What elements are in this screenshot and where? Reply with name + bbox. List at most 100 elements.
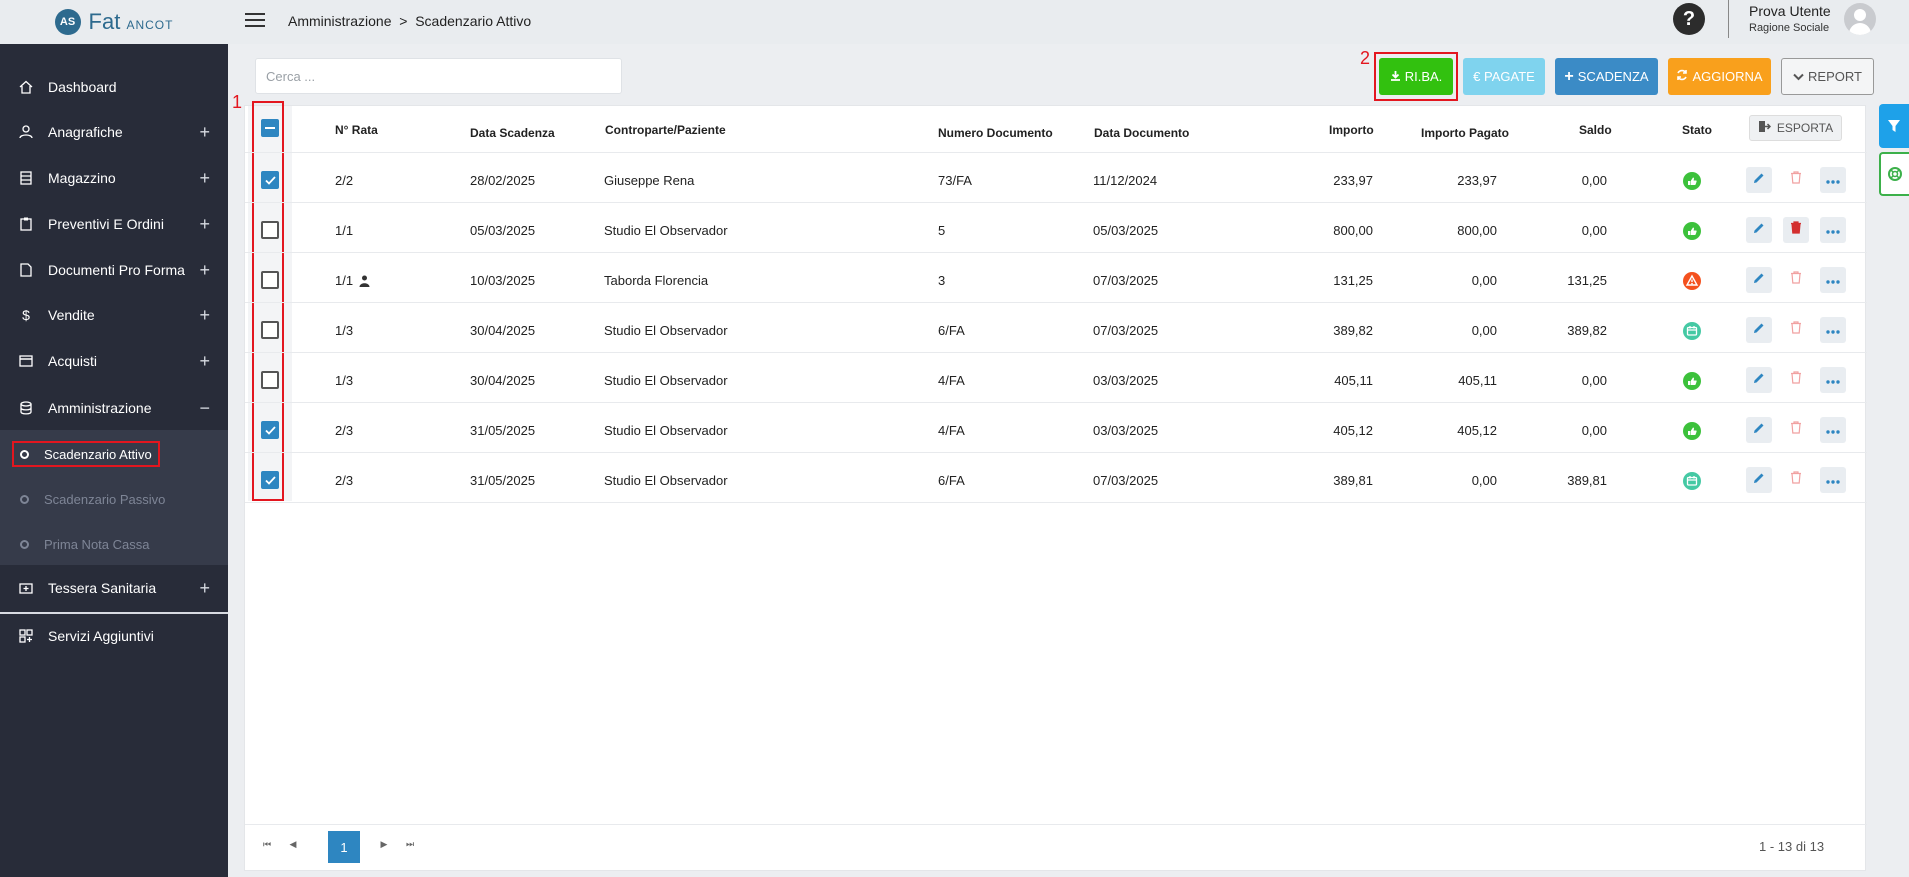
report-button[interactable]: REPORT bbox=[1781, 58, 1874, 95]
lifebuoy-icon[interactable] bbox=[1879, 152, 1909, 196]
pagate-button[interactable]: € PAGATE bbox=[1463, 58, 1545, 95]
cell-rata: 1/1 bbox=[335, 273, 354, 288]
collapse-minus-icon[interactable]: − bbox=[199, 398, 210, 419]
delete-button[interactable] bbox=[1783, 417, 1809, 443]
row-checkbox[interactable] bbox=[261, 171, 279, 189]
search-input[interactable] bbox=[255, 58, 622, 94]
delete-button[interactable] bbox=[1783, 167, 1809, 193]
page-number-current[interactable]: 1 bbox=[328, 831, 360, 863]
expand-plus-icon[interactable]: + bbox=[199, 578, 210, 599]
pencil-icon bbox=[1753, 421, 1765, 439]
next-page-icon[interactable]: ▶ bbox=[371, 829, 397, 859]
sidebar-item-preventivi[interactable]: Preventivi E Ordini + bbox=[0, 206, 228, 242]
table-row[interactable]: 1/1 05/03/2025 Studio El Observador 5 05/03/… bbox=[245, 203, 1867, 253]
more-options-button[interactable] bbox=[1820, 417, 1846, 443]
select-all-checkbox[interactable] bbox=[261, 119, 279, 137]
row-checkbox[interactable] bbox=[261, 471, 279, 489]
more-options-button[interactable] bbox=[1820, 167, 1846, 193]
table-row[interactable]: 1/3 30/04/2025 Studio El Observador 6/FA 07/… bbox=[245, 303, 1867, 353]
row-checkbox[interactable] bbox=[261, 321, 279, 339]
cell-data-documento: 05/03/2025 bbox=[1093, 223, 1159, 238]
row-checkbox[interactable] bbox=[261, 221, 279, 239]
first-page-icon[interactable]: ⏮ bbox=[254, 829, 280, 859]
header-numero-documento[interactable]: Numero Documento bbox=[938, 126, 1053, 140]
header-data-documento[interactable]: Data Documento bbox=[1094, 126, 1189, 140]
pencil-icon bbox=[1753, 321, 1765, 339]
cell-importo-pagato: 233,97 bbox=[1457, 173, 1497, 188]
sidebar-item-amministrazione[interactable]: Amministrazione − bbox=[0, 390, 228, 426]
delete-button[interactable] bbox=[1783, 217, 1809, 243]
edit-button[interactable] bbox=[1746, 167, 1772, 193]
table-row[interactable]: 1/1 10/03/2025 Taborda Florencia 3 07/03/202… bbox=[245, 253, 1867, 303]
sidebar-item-proforma[interactable]: Documenti Pro Forma + bbox=[0, 252, 228, 288]
delete-button[interactable] bbox=[1783, 467, 1809, 493]
more-options-button[interactable] bbox=[1820, 467, 1846, 493]
logo-text: Fat bbox=[88, 9, 121, 34]
cell-importo: 405,11 bbox=[1334, 373, 1373, 388]
expand-plus-icon[interactable]: + bbox=[199, 260, 210, 281]
edit-button[interactable] bbox=[1746, 467, 1772, 493]
sidebar-item-tessera-sanitaria[interactable]: Tessera Sanitaria + bbox=[0, 570, 228, 606]
header-data-scadenza[interactable]: Data Scadenza bbox=[470, 126, 555, 140]
edit-button[interactable] bbox=[1746, 367, 1772, 393]
edit-button[interactable] bbox=[1746, 267, 1772, 293]
annotation-number: 2 bbox=[1360, 48, 1371, 68]
esporta-button[interactable]: ESPORTA bbox=[1749, 115, 1842, 141]
expand-plus-icon[interactable]: + bbox=[199, 168, 210, 189]
more-options-button[interactable] bbox=[1820, 267, 1846, 293]
help-icon[interactable]: ? bbox=[1673, 3, 1705, 35]
header-importo[interactable]: Importo bbox=[1329, 123, 1374, 137]
header-rata[interactable]: N° Rata bbox=[335, 123, 378, 137]
more-options-button[interactable] bbox=[1820, 367, 1846, 393]
table-row[interactable]: 2/3 31/05/2025 Studio El Observador 4/FA 03/… bbox=[245, 403, 1867, 453]
last-page-icon[interactable]: ⏭ bbox=[397, 829, 423, 859]
delete-button[interactable] bbox=[1783, 317, 1809, 343]
edit-button[interactable] bbox=[1746, 217, 1772, 243]
sidebar-item-scadenzario-passivo[interactable]: Scadenzario Passivo bbox=[0, 484, 228, 514]
sidebar-item-anagrafiche[interactable]: Anagrafiche + bbox=[0, 114, 228, 150]
table-row[interactable]: 2/3 31/05/2025 Studio El Observador 6/FA 07/… bbox=[245, 453, 1867, 503]
add-scadenza-button[interactable]: + SCADENZA bbox=[1555, 58, 1658, 95]
row-checkbox[interactable] bbox=[261, 371, 279, 389]
avatar[interactable] bbox=[1844, 3, 1876, 35]
expand-plus-icon[interactable]: + bbox=[199, 351, 210, 372]
edit-button[interactable] bbox=[1746, 317, 1772, 343]
sidebar-item-prima-nota-cassa[interactable]: Prima Nota Cassa bbox=[0, 529, 228, 559]
edit-button[interactable] bbox=[1746, 417, 1772, 443]
expand-plus-icon[interactable]: + bbox=[199, 214, 210, 235]
cell-importo-pagato: 800,00 bbox=[1457, 223, 1497, 238]
delete-button[interactable] bbox=[1783, 267, 1809, 293]
row-checkbox[interactable] bbox=[261, 271, 279, 289]
prev-page-icon[interactable]: ◀ bbox=[280, 829, 306, 859]
header-stato[interactable]: Stato bbox=[1682, 123, 1712, 137]
sidebar-item-label: Tessera Sanitaria bbox=[48, 580, 157, 596]
sidebar-item-dashboard[interactable]: Dashboard bbox=[0, 69, 228, 105]
cell-data-scadenza: 31/05/2025 bbox=[470, 423, 536, 438]
cell-importo: 800,00 bbox=[1333, 223, 1373, 238]
delete-button[interactable] bbox=[1783, 367, 1809, 393]
sidebar-item-magazzino[interactable]: Magazzino + bbox=[0, 160, 228, 196]
sidebar-item-acquisti[interactable]: Acquisti + bbox=[0, 343, 228, 379]
cell-data-scadenza: 10/03/2025 bbox=[470, 273, 536, 288]
sidebar-item-servizi-aggiuntivi[interactable]: Servizi Aggiuntivi bbox=[0, 618, 228, 654]
trash-icon bbox=[1790, 371, 1802, 389]
sidebar-item-vendite[interactable]: $ Vendite + bbox=[0, 297, 228, 333]
riba-button[interactable]: RI.BA. bbox=[1379, 58, 1453, 95]
expand-plus-icon[interactable]: + bbox=[199, 122, 210, 143]
table-row[interactable]: 2/2 28/02/2025 Giuseppe Rena 73/FA 11/12/202… bbox=[245, 153, 1867, 203]
table-row[interactable]: 1/3 30/04/2025 Studio El Observador 4/FA 03/… bbox=[245, 353, 1867, 403]
cell-controparte: Studio El Observador bbox=[604, 323, 728, 338]
aggiorna-button[interactable]: AGGIORNA bbox=[1668, 58, 1771, 95]
more-options-button[interactable] bbox=[1820, 317, 1846, 343]
user-name[interactable]: Prova Utente bbox=[1749, 3, 1831, 19]
more-options-button[interactable] bbox=[1820, 217, 1846, 243]
expand-plus-icon[interactable]: + bbox=[199, 305, 210, 326]
app-logo[interactable]: AS Fat ANCOT bbox=[0, 0, 228, 44]
hamburger-menu-icon[interactable] bbox=[245, 13, 265, 29]
filter-icon[interactable] bbox=[1879, 104, 1909, 148]
row-checkbox[interactable] bbox=[261, 421, 279, 439]
header-importo-pagato[interactable]: Importo Pagato bbox=[1421, 126, 1509, 140]
sidebar-item-scadenzario-attivo[interactable]: Scadenzario Attivo bbox=[0, 439, 228, 469]
header-controparte[interactable]: Controparte/Paziente bbox=[605, 123, 726, 137]
header-saldo[interactable]: Saldo bbox=[1579, 123, 1612, 137]
